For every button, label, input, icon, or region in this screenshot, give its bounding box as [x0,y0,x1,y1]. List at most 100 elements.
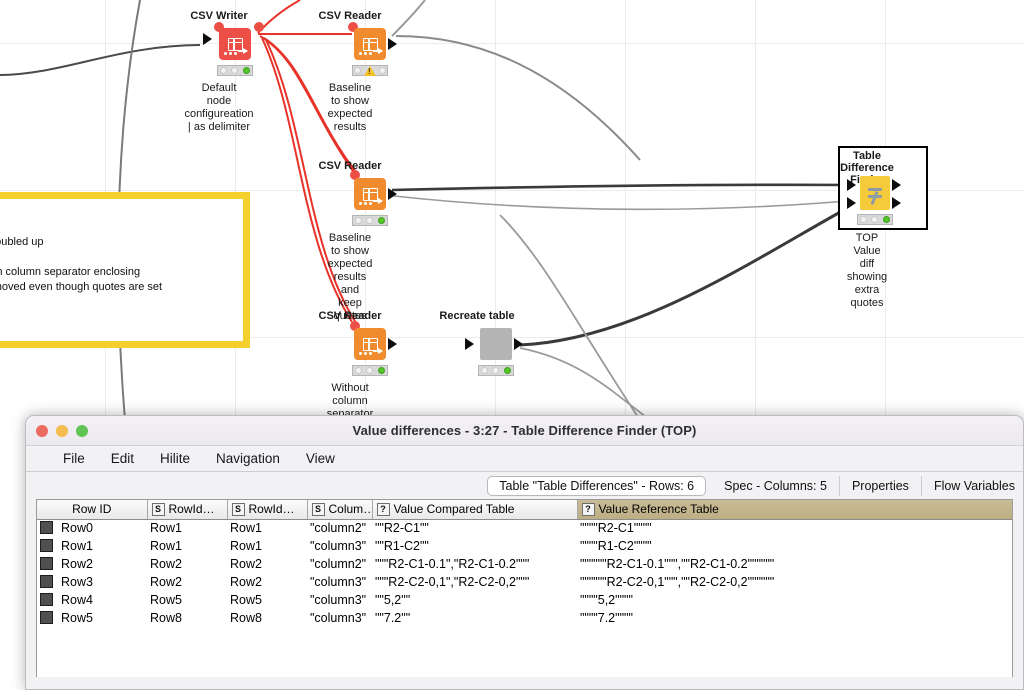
cell-rowid-compared: Row1 [150,539,182,553]
node-output-port-1[interactable] [892,179,901,191]
node-title: CSV Reader [318,310,382,322]
node-input-port[interactable] [203,33,212,45]
workflow-annotation[interactable]: sue CSV Writer uotes getting doubled up … [0,192,250,348]
minimize-button[interactable] [56,425,68,437]
dots-icon [359,202,372,205]
dots-icon [224,52,237,55]
node-output-port-red[interactable] [254,22,264,32]
cell-value-compared: ""5,2"" [375,593,411,607]
column-header-value-reference-table[interactable]: ? Value Reference Table [577,500,1012,520]
node-icon-csv-reader[interactable] [354,328,386,360]
column-header-rowid-compared[interactable]: S RowId… [147,500,228,520]
table-row[interactable]: Row4 Row5 Row5 "column3" ""5,2"" """"5,2… [37,591,1012,609]
arrow-icon [238,47,248,54]
arrow-icon [373,347,383,354]
node-subtitle: Default node configureation | as delimit… [184,82,253,134]
menu-item-view[interactable]: View [293,451,348,466]
column-header-row-id[interactable]: Row ID [37,500,148,520]
node-input-port-1[interactable] [847,179,856,191]
node-subtitle-text: TOP Value diff showing extra quotes [846,232,888,309]
row-id-label: Row5 [61,611,93,625]
maximize-button[interactable] [76,425,88,437]
type-badge-string-icon: S [311,502,325,516]
arrow-icon [373,47,383,54]
table-view-window[interactable]: Value differences - 3:27 - Table Differe… [25,415,1024,690]
menu-bar[interactable]: File Edit Hilite Navigation View [26,446,1023,472]
tab-properties[interactable]: Properties [840,475,922,496]
node-status-bar [352,215,388,226]
cell-value-compared: ""R2-C1"" [375,521,429,536]
node-status-bar [352,365,388,376]
cell-row-id: Row4 [37,591,147,609]
column-header-label: Row ID [72,502,112,517]
cell-column: "column3" [310,593,367,607]
node-title: CSV Reader [318,160,382,172]
column-header-value-compared-table[interactable]: ? Value Compared Table [372,500,578,520]
close-button[interactable] [36,425,48,437]
cell-value-reference: """"""R2-C2-0,1""",""R2-C2-0,2"""""" [580,575,775,589]
node-output-port[interactable] [388,188,397,200]
menu-item-navigation[interactable]: Navigation [203,451,293,466]
node-input-port[interactable] [465,338,474,350]
row-id-label: Row1 [61,539,93,553]
cell-row-id: Row2 [37,555,147,573]
column-header-rowid-reference[interactable]: S RowId… [227,500,308,520]
cell-row-id: Row0 [37,519,147,537]
node-icon-table-difference-finder[interactable] [860,176,890,210]
cell-value-reference: """"5,2"""" [580,593,633,607]
tab-spec[interactable]: Spec - Columns: 5 [712,475,840,496]
row-color-swatch [40,557,53,570]
node-output-port-2[interactable] [892,197,901,209]
menu-item-edit[interactable]: Edit [98,451,147,466]
node-output-port[interactable] [514,338,523,350]
cell-rowid-compared: Row2 [150,575,182,589]
annotation-line: otes getting removed even though quotes … [0,281,163,293]
type-badge-unknown-icon: ? [376,502,390,516]
cell-column: "column3" [310,539,367,553]
tab-table-differences[interactable]: Table "Table Differences" - Rows: 6 [487,475,707,496]
table-left-gutter [37,520,40,689]
column-header-label: RowId… [248,502,295,517]
column-header-column[interactable]: S Colum… [307,500,373,520]
tab-flow-variables[interactable]: Flow Variables [922,476,1021,496]
table-icon [362,37,378,51]
window-bottom-bar [26,677,1023,689]
menu-item-file[interactable]: File [50,451,98,466]
table-row[interactable]: Row0 Row1 Row1 "column2" ""R2-C1"" """"R… [37,519,1012,537]
node-icon-csv-writer[interactable] [219,28,251,60]
window-titlebar[interactable]: Value differences - 3:27 - Table Differe… [26,416,1023,446]
node-icon-recreate-table[interactable] [480,328,512,360]
table-row[interactable]: Row5 Row8 Row8 "column3" ""7.2"" """"7.2… [37,609,1012,627]
type-badge-unknown-icon: ? [581,502,595,516]
node-output-port[interactable] [388,38,397,50]
table-container[interactable]: Row ID S RowId… S RowId… S Colum… ? Valu… [36,499,1013,689]
node-output-port[interactable] [388,338,397,350]
differences-table[interactable]: Row ID S RowId… S RowId… S Colum… ? Valu… [37,500,1012,627]
node-input-port-2[interactable] [847,197,856,209]
window-title: Value differences - 3:27 - Table Differe… [352,423,697,438]
grid-line-horizontal [0,43,1024,44]
arrow-icon [373,197,383,204]
table-row[interactable]: Row1 Row1 Row1 "column3" ""R1-C2"" """"R… [37,537,1012,555]
window-controls[interactable] [36,425,88,437]
row-color-swatch [40,611,53,624]
column-header-label: Colum… [328,502,372,517]
cell-value-compared: """R2-C1-0.1","R2-C1-0.2""" [375,557,530,571]
node-status-bar [478,365,514,376]
row-color-swatch [40,521,53,535]
tab-strip[interactable]: Table "Table Differences" - Rows: 6 Spec… [26,472,1023,499]
cell-rowid-reference: Row1 [230,521,262,536]
node-icon-csv-reader[interactable] [354,28,386,60]
annotation-line: CSV Writer [0,220,235,235]
table-row[interactable]: Row2 Row2 Row2 "column2" """R2-C1-0.1","… [37,555,1012,573]
cell-rowid-compared: Row1 [150,521,182,536]
node-icon-csv-reader[interactable] [354,178,386,210]
table-row[interactable]: Row3 Row2 Row2 "column3" """R2-C2-0,1","… [37,573,1012,591]
menu-item-hilite[interactable]: Hilite [147,451,203,466]
table-body[interactable]: Row0 Row1 Row1 "column2" ""R2-C1"" """"R… [37,519,1012,627]
cell-column: "column2" [310,557,367,571]
cell-value-compared: """R2-C2-0,1","R2-C2-0,2""" [375,575,530,589]
node-subtitle-text: Default node configureation | as delimit… [184,82,254,133]
cell-rowid-reference: Row2 [230,557,262,571]
cell-value-compared: ""R1-C2"" [375,539,429,553]
